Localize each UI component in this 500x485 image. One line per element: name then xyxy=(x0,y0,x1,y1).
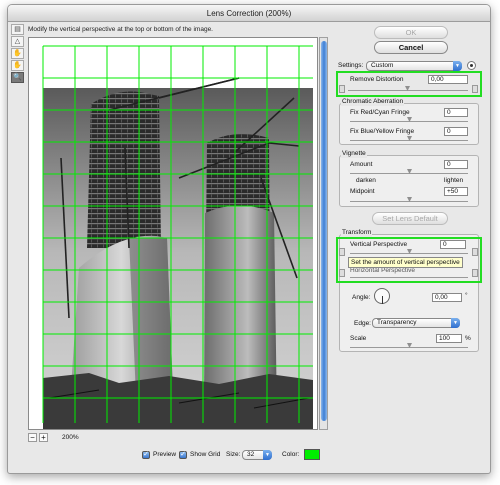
horizontal-perspective-right-icon xyxy=(472,269,478,277)
preview-vertical-scrollbar[interactable] xyxy=(319,37,328,430)
scale-field[interactable]: 100 xyxy=(436,334,462,343)
vertical-perspective-bottom-icon xyxy=(472,248,478,256)
vertical-perspective-tooltip: Set the amount of vertical perspective xyxy=(348,257,463,268)
angle-dial[interactable] xyxy=(374,288,390,304)
remove-distortion-tool-icon[interactable]: ▤ xyxy=(11,24,24,35)
chevron-down-icon: ▼ xyxy=(453,61,462,71)
remove-distortion-slider[interactable] xyxy=(348,90,468,91)
edge-label: Edge: xyxy=(354,320,371,327)
angle-label: Angle: xyxy=(352,294,371,301)
edge-value: Transparency xyxy=(377,319,417,326)
cancel-button[interactable]: Cancel xyxy=(374,41,448,54)
scale-slider[interactable] xyxy=(350,347,468,348)
settings-select[interactable]: Custom ▼ xyxy=(366,61,462,71)
amount-field[interactable]: 0 xyxy=(444,160,468,169)
image-preview[interactable] xyxy=(28,37,318,430)
show-grid-label: Show Grid xyxy=(190,451,221,458)
zoom-tool-icon[interactable]: 🔍 xyxy=(11,72,24,83)
transform-title: Transform xyxy=(341,229,373,237)
midpoint-label: Midpoint xyxy=(350,188,375,195)
zoom-level[interactable]: 200% xyxy=(54,433,104,442)
barrel-icon xyxy=(472,85,478,93)
window-title: Lens Correction (200%) xyxy=(8,5,490,22)
zoom-out-button[interactable]: − xyxy=(28,433,37,442)
ok-button[interactable]: OK xyxy=(374,26,448,39)
remove-distortion-field[interactable]: 0,00 xyxy=(428,75,468,84)
scrollbar-thumb[interactable] xyxy=(321,41,327,421)
vertical-perspective-field[interactable]: 0 xyxy=(440,240,466,249)
blue-yellow-label: Fix Blue/Yellow Fringe xyxy=(350,128,415,135)
show-grid-checkbox[interactable]: ✓ xyxy=(179,451,187,459)
scale-label: Scale xyxy=(350,335,367,342)
red-cyan-label: Fix Red/Cyan Fringe xyxy=(350,109,410,116)
hand-tool-icon[interactable]: ✋ xyxy=(11,60,24,71)
grid-size-select[interactable]: 32 ▼ xyxy=(242,450,272,460)
amount-slider[interactable] xyxy=(350,173,468,174)
alignment-grid xyxy=(42,45,313,423)
set-lens-default-button[interactable]: Set Lens Default xyxy=(372,212,448,225)
chromatic-aberration-title: Chromatic Aberration xyxy=(341,98,405,106)
preview-checkbox[interactable]: ✓ xyxy=(142,451,150,459)
edge-select[interactable]: Transparency ▼ xyxy=(372,318,460,328)
pincushion-icon xyxy=(339,85,345,93)
settings-menu-icon[interactable] xyxy=(467,61,476,70)
settings-label: Settings: xyxy=(338,62,364,69)
instruction-text: Modify the vertical perspective at the t… xyxy=(28,26,213,33)
remove-distortion-label: Remove Distortion xyxy=(350,76,404,83)
horizontal-perspective-slider[interactable] xyxy=(350,277,468,278)
chevron-down-icon: ▼ xyxy=(451,318,460,328)
zoom-in-button[interactable]: + xyxy=(39,433,48,442)
red-cyan-field[interactable]: 0 xyxy=(444,108,468,117)
chevron-down-icon: ▼ xyxy=(263,450,272,460)
grid-size-label: Size: xyxy=(226,451,241,458)
midpoint-field[interactable]: +50 xyxy=(444,187,468,196)
grid-color-label: Color: xyxy=(282,451,300,458)
lighten-label: lighten xyxy=(444,177,464,184)
move-grid-tool-icon[interactable]: ✋ xyxy=(11,48,24,59)
blue-yellow-slider[interactable] xyxy=(350,140,468,141)
darken-label: darken xyxy=(356,177,376,184)
scale-percent-unit: % xyxy=(465,335,471,342)
settings-value: Custom xyxy=(371,62,394,69)
preview-label: Preview xyxy=(153,451,177,458)
amount-label: Amount xyxy=(350,161,373,168)
angle-degree-unit: ° xyxy=(465,292,468,299)
angle-field[interactable]: 0,00 xyxy=(432,293,462,302)
vertical-perspective-top-icon xyxy=(339,248,345,256)
blue-yellow-field[interactable]: 0 xyxy=(444,127,468,136)
vertical-perspective-slider[interactable] xyxy=(350,253,468,254)
midpoint-slider[interactable] xyxy=(350,201,468,202)
vignette-title: Vignette xyxy=(341,150,367,158)
horizontal-perspective-left-icon xyxy=(339,269,345,277)
grid-color-swatch[interactable] xyxy=(304,449,320,460)
vertical-perspective-label: Vertical Perspective xyxy=(350,241,408,248)
lens-correction-dialog: Lens Correction (200%) ▤ △ ✋ ✋ 🔍 Modify … xyxy=(7,4,491,474)
tool-strip: ▤ △ ✋ ✋ 🔍 xyxy=(11,24,26,84)
red-cyan-slider[interactable] xyxy=(350,121,468,122)
horizontal-perspective-label: Horizontal Perspective xyxy=(350,267,416,274)
straighten-tool-icon[interactable]: △ xyxy=(11,36,24,47)
grid-size-value: 32 xyxy=(247,451,255,458)
